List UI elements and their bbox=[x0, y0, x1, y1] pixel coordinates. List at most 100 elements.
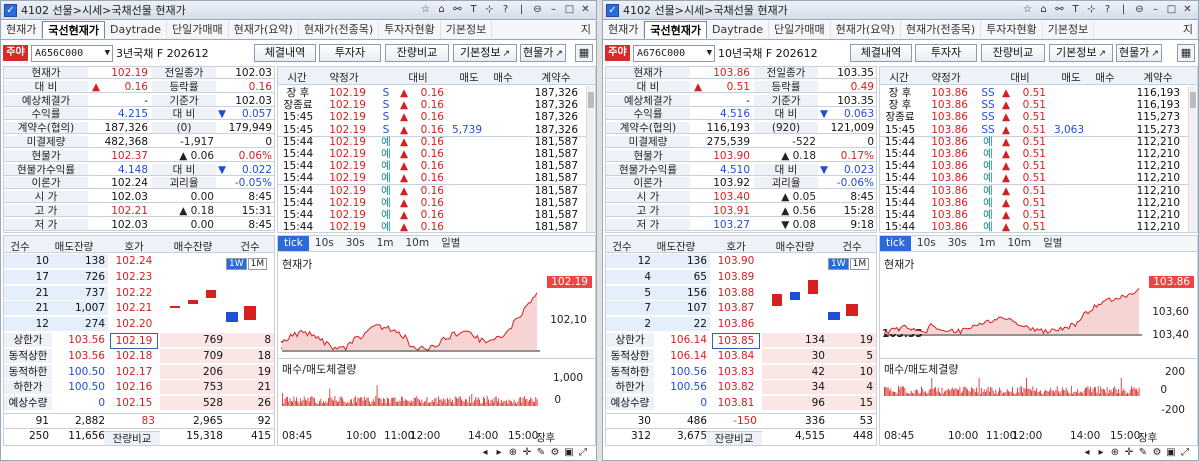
chart-tab-3[interactable]: 1m bbox=[371, 236, 400, 251]
trade-row[interactable]: 15:44 102.19 예 ▲ 0.16 181,587 bbox=[278, 185, 588, 198]
close-icon[interactable]: ✕ bbox=[1180, 2, 1195, 18]
buy-row[interactable]: 하한가 100.50 102.16 753 21 bbox=[4, 380, 274, 394]
chart-tab-0[interactable]: tick bbox=[880, 236, 911, 251]
link-icon[interactable]: ⚯ bbox=[450, 2, 465, 18]
pin-icon[interactable]: ⊹ bbox=[1084, 2, 1099, 18]
trade-scrollbar[interactable] bbox=[1188, 86, 1196, 232]
trade-row[interactable]: 15:44 102.19 예 ▲ 0.16 181,587 bbox=[278, 172, 588, 185]
tab-2[interactable]: Daytrade bbox=[105, 21, 167, 39]
window-check-icon[interactable]: ✓ bbox=[4, 4, 17, 17]
trade-row[interactable]: 15:44 102.19 예 ▲ 0.16 181,587 bbox=[278, 221, 588, 234]
chart-tab-5[interactable]: 일별 bbox=[1037, 236, 1068, 251]
options-icon[interactable]: ⊖ bbox=[530, 2, 545, 18]
chart-tab-0[interactable]: tick bbox=[278, 236, 309, 251]
remaining-compare-label[interactable]: 잔량비교 bbox=[706, 431, 762, 445]
scroll-thumb[interactable] bbox=[588, 92, 594, 108]
screen-icon[interactable]: ▣ bbox=[563, 447, 575, 458]
period-button-1[interactable]: 1M bbox=[850, 258, 870, 270]
tab-0[interactable]: 현재가 bbox=[1, 21, 42, 39]
tab-4[interactable]: 현재가(요약) bbox=[229, 21, 299, 39]
help-icon[interactable]: ? bbox=[498, 2, 513, 18]
crosshair-icon[interactable]: ✛ bbox=[1123, 447, 1135, 458]
tab-8[interactable]: 지 bbox=[1179, 21, 1198, 39]
settings-icon[interactable]: ⚙ bbox=[549, 447, 561, 458]
button-3[interactable]: 기본정보 ↗ bbox=[453, 44, 517, 62]
button-4[interactable]: 현물가 ↗ bbox=[1116, 44, 1162, 62]
settings-icon[interactable]: ⚙ bbox=[1151, 447, 1163, 458]
trade-row[interactable]: 15:44 102.19 예 ▲ 0.16 181,587 bbox=[278, 148, 588, 161]
star-icon[interactable]: ☆ bbox=[418, 2, 433, 18]
button-1[interactable]: 투자자 bbox=[915, 44, 977, 62]
tab-3[interactable]: 단일가매매 bbox=[167, 21, 229, 39]
link-icon[interactable]: ⚯ bbox=[1052, 2, 1067, 18]
home-icon[interactable]: ⌂ bbox=[1036, 2, 1051, 18]
zoom-icon[interactable]: ⊕ bbox=[1109, 447, 1121, 458]
help-icon[interactable]: ? bbox=[1100, 2, 1115, 18]
close-icon[interactable]: ✕ bbox=[578, 2, 593, 18]
button-0[interactable]: 체결내역 bbox=[254, 44, 316, 62]
grid-menu-icon[interactable]: ▦ bbox=[1177, 44, 1195, 62]
tab-1[interactable]: 국선현재가 bbox=[644, 21, 707, 39]
trade-row[interactable]: 15:44 103.86 예 ▲ 0.51 112,210 bbox=[880, 197, 1190, 210]
code-input[interactable]: A676C000 ▼ bbox=[633, 45, 715, 62]
grid-menu-icon[interactable]: ▦ bbox=[575, 44, 593, 62]
button-2[interactable]: 잔량비교 bbox=[385, 44, 449, 62]
chart-tab-4[interactable]: 10m bbox=[1002, 236, 1038, 251]
zoom-icon[interactable]: ⊕ bbox=[507, 447, 519, 458]
buy-row[interactable]: 상한가 103.56 102.19 769 8 bbox=[4, 333, 274, 347]
button-3[interactable]: 기본정보 ↗ bbox=[1049, 44, 1113, 62]
trade-row[interactable]: 15:44 103.86 예 ▲ 0.51 112,210 bbox=[880, 221, 1190, 234]
text-icon[interactable]: T bbox=[1068, 2, 1083, 18]
pin-icon[interactable]: ⊹ bbox=[482, 2, 497, 18]
trade-row[interactable]: 15:44 103.86 예 ▲ 0.51 112,210 bbox=[880, 172, 1190, 185]
button-4[interactable]: 현물가 ↗ bbox=[520, 44, 566, 62]
trade-row[interactable]: 15:44 103.86 예 ▲ 0.51 112,210 bbox=[880, 136, 1190, 149]
scroll-left-icon[interactable]: ◂ bbox=[1081, 447, 1093, 458]
tab-5[interactable]: 현재가(전종목) bbox=[299, 21, 379, 39]
chevron-down-icon[interactable]: ▼ bbox=[105, 46, 110, 61]
chart-tab-3[interactable]: 1m bbox=[973, 236, 1002, 251]
star-icon[interactable]: ☆ bbox=[1020, 2, 1035, 18]
buy-row[interactable]: 동적하한 100.50 102.17 206 19 bbox=[4, 365, 274, 379]
minimize-icon[interactable]: – bbox=[1148, 2, 1163, 18]
maximize-icon[interactable]: □ bbox=[562, 2, 577, 18]
tab-5[interactable]: 현재가(전종목) bbox=[901, 21, 981, 39]
scroll-left-icon[interactable]: ◂ bbox=[479, 447, 491, 458]
chart-tab-2[interactable]: 30s bbox=[942, 236, 973, 251]
options-icon[interactable]: ⊖ bbox=[1132, 2, 1147, 18]
trade-row[interactable]: 15:44 103.86 예 ▲ 0.51 112,210 bbox=[880, 160, 1190, 173]
trade-row[interactable]: 15:44 102.19 예 ▲ 0.16 181,587 bbox=[278, 160, 588, 173]
scroll-right-icon[interactable]: ▸ bbox=[493, 447, 505, 458]
buy-row[interactable]: 하한가 100.56 103.82 34 4 bbox=[606, 380, 876, 394]
crosshair-icon[interactable]: ✛ bbox=[521, 447, 533, 458]
buy-row[interactable]: 동적상한 103.56 102.18 709 18 bbox=[4, 349, 274, 363]
trade-row[interactable]: 15:45 102.19 S ▲ 0.16 187,326 bbox=[278, 111, 588, 124]
buy-row[interactable]: 동적하한 100.56 103.83 42 10 bbox=[606, 365, 876, 379]
buy-row[interactable]: 예상수량 0 103.81 96 15 bbox=[606, 396, 876, 410]
button-2[interactable]: 잔량비교 bbox=[981, 44, 1045, 62]
tab-3[interactable]: 단일가매매 bbox=[769, 21, 831, 39]
minimize-line-icon[interactable]: | bbox=[514, 2, 529, 18]
trade-row[interactable]: 15:44 103.86 예 ▲ 0.51 112,210 bbox=[880, 148, 1190, 161]
day-night-logo[interactable]: 주야 bbox=[3, 45, 28, 61]
pen-icon[interactable]: ✎ bbox=[535, 447, 547, 458]
period-button-1[interactable]: 1M bbox=[248, 258, 268, 270]
trade-row[interactable]: 15:45 102.19 S ▲ 0.16 5,739 187,326 bbox=[278, 124, 588, 137]
expand-icon[interactable]: ⤢ bbox=[1179, 447, 1191, 458]
scroll-right-icon[interactable]: ▸ bbox=[1095, 447, 1107, 458]
tab-2[interactable]: Daytrade bbox=[707, 21, 769, 39]
buy-row[interactable]: 예상수량 0 102.15 528 26 bbox=[4, 396, 274, 410]
code-input[interactable]: A656C000 ▼ bbox=[31, 45, 113, 62]
chart-tab-1[interactable]: 10s bbox=[911, 236, 942, 251]
screen-icon[interactable]: ▣ bbox=[1165, 447, 1177, 458]
tab-6[interactable]: 투자자현황 bbox=[981, 21, 1043, 39]
minimize-line-icon[interactable]: | bbox=[1116, 2, 1131, 18]
day-night-logo[interactable]: 주야 bbox=[605, 45, 630, 61]
trade-row[interactable]: 장 후 102.19 S ▲ 0.16 187,326 bbox=[278, 87, 588, 100]
trade-row[interactable]: 장 후 103.86 SS ▲ 0.51 116,193 bbox=[880, 99, 1190, 112]
tab-7[interactable]: 기본정보 bbox=[441, 21, 492, 39]
buy-row[interactable]: 상한가 106.14 103.85 134 19 bbox=[606, 333, 876, 347]
pen-icon[interactable]: ✎ bbox=[1137, 447, 1149, 458]
window-check-icon[interactable]: ✓ bbox=[606, 4, 619, 17]
trade-row[interactable]: 15:44 102.19 예 ▲ 0.16 181,587 bbox=[278, 197, 588, 210]
